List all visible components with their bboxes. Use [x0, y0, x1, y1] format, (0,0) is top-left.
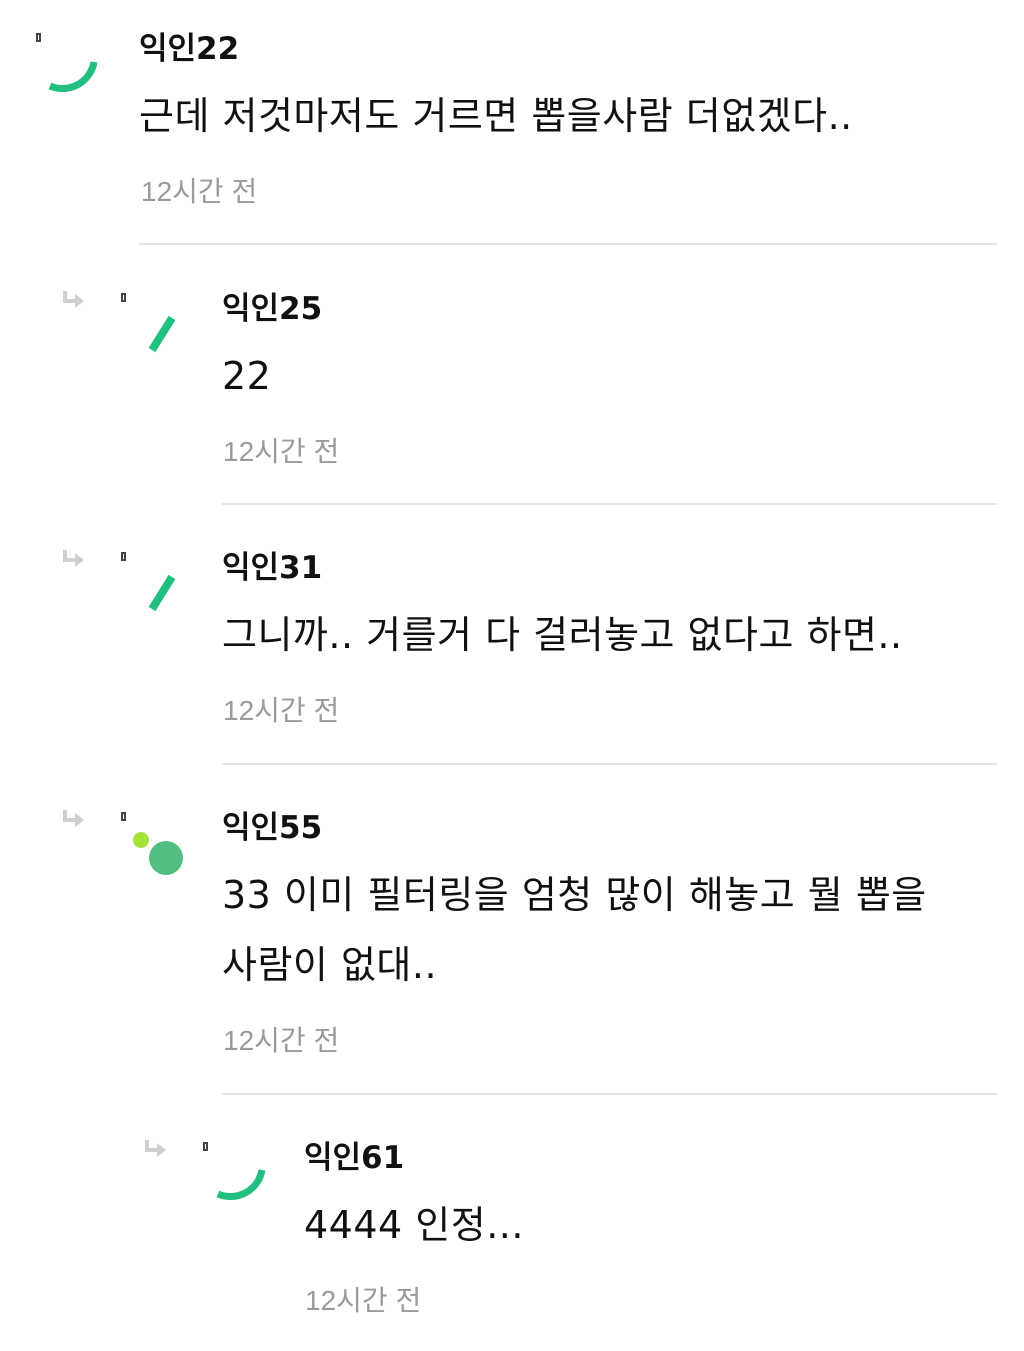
comment-divider — [139, 243, 997, 245]
comment-author[interactable]: 익인55 — [222, 810, 322, 846]
comment-timestamp: 12시간 전 — [223, 695, 340, 726]
broken-image-icon — [121, 552, 126, 561]
reply-arrow-icon — [63, 550, 84, 567]
comment-divider — [222, 1093, 997, 1095]
comment-text: 33 이미 필터링을 엄청 많이 해놓고 뭘 뽑을 사람이 없대.. — [222, 873, 927, 987]
comment-timestamp: 12시간 전 — [141, 176, 258, 207]
spinner-dots-icon — [133, 832, 183, 875]
spinner-dash-icon — [148, 315, 176, 353]
spinner-arc-icon — [48, 61, 98, 93]
spinner-arc-icon — [216, 1169, 266, 1201]
spinner-dash-icon — [148, 574, 176, 612]
reply-arrow-icon — [145, 1140, 166, 1157]
comment-divider — [222, 503, 997, 505]
reply-arrow-icon — [63, 291, 84, 308]
comment-author[interactable]: 익인31 — [222, 550, 322, 586]
comment-timestamp: 12시간 전 — [223, 436, 340, 467]
comment-timestamp: 12시간 전 — [305, 1285, 422, 1316]
comment-text: 근데 저것마저도 거르면 뽑을사람 더없겠다.. — [139, 94, 853, 138]
comment-text: 22 — [222, 354, 272, 398]
comment-text: 4444 인정... — [304, 1203, 524, 1247]
comment-timestamp: 12시간 전 — [223, 1025, 340, 1056]
broken-image-icon — [121, 812, 126, 821]
broken-image-icon — [121, 293, 126, 302]
comment-divider — [222, 763, 997, 765]
comment-author[interactable]: 익인22 — [139, 31, 239, 67]
comment-text: 그니까.. 거를거 다 걸러놓고 없다고 하면.. — [222, 613, 903, 657]
reply-arrow-icon — [63, 810, 84, 827]
comment-author[interactable]: 익인61 — [304, 1140, 404, 1176]
comment-author[interactable]: 익인25 — [222, 291, 322, 327]
